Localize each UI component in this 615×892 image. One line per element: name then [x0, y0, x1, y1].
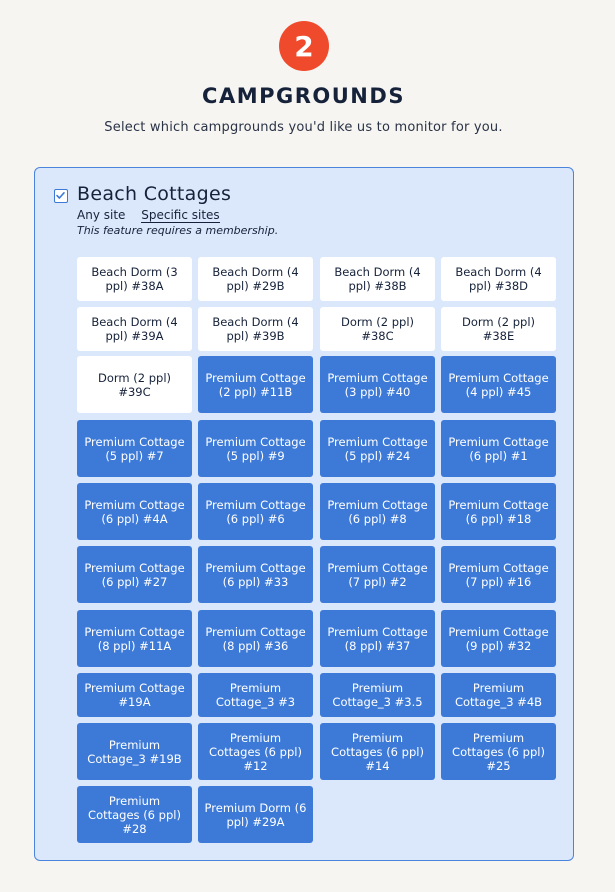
- site-label: Premium Cottage (5 ppl) #7: [84, 434, 185, 463]
- site-label: Premium Cottage (5 ppl) #9: [205, 434, 306, 463]
- site-option[interactable]: Beach Dorm (4 ppl) #38D: [441, 257, 556, 301]
- site-label: Beach Dorm (4 ppl) #39A: [91, 315, 178, 343]
- site-option[interactable]: Premium Cottage (6 ppl) #1: [441, 420, 556, 477]
- step-number-badge: 2: [279, 21, 329, 71]
- site-label: Premium Cottage (8 ppl) #11A: [84, 624, 185, 653]
- site-label: Beach Dorm (4 ppl) #39B: [212, 315, 299, 343]
- site-option[interactable]: Premium Cottages (6 ppl) #28: [77, 786, 192, 843]
- site-label: Premium Cottage_3 #4B: [454, 681, 543, 709]
- site-label: Premium Cottage (7 ppl) #2: [327, 560, 428, 589]
- site-option[interactable]: Premium Cottage #19A: [77, 673, 192, 717]
- site-label: Beach Dorm (4 ppl) #38B: [334, 265, 421, 293]
- site-label: Premium Cottage (8 ppl) #36: [205, 624, 306, 653]
- site-label: Premium Cottage (6 ppl) #1: [448, 434, 549, 463]
- site-label: Premium Cottage_3 #3: [215, 681, 296, 709]
- site-label: Premium Cottages (6 ppl) #28: [88, 793, 181, 836]
- site-option[interactable]: Premium Cottage_3 #4B: [441, 673, 556, 717]
- site-option[interactable]: Premium Cottage (6 ppl) #18: [441, 483, 556, 540]
- site-option[interactable]: Beach Dorm (4 ppl) #39B: [198, 307, 313, 351]
- campground-card: Beach Cottages Any site Specific sites T…: [34, 167, 574, 861]
- site-option[interactable]: Premium Dorm (6 ppl) #29A: [198, 786, 313, 843]
- site-option[interactable]: Premium Cottage_3 #3.5: [320, 673, 435, 717]
- site-option[interactable]: Premium Cottage (6 ppl) #6: [198, 483, 313, 540]
- checkmark-icon: [56, 192, 65, 199]
- site-option[interactable]: Premium Cottage (7 ppl) #16: [441, 546, 556, 603]
- site-option[interactable]: Premium Cottage (3 ppl) #40: [320, 356, 435, 413]
- site-label: Premium Cottage (8 ppl) #37: [327, 624, 428, 653]
- site-label: Premium Cottage_3 #3.5: [332, 681, 423, 709]
- specific-sites-option[interactable]: Specific sites: [141, 208, 220, 223]
- site-label: Premium Dorm (6 ppl) #29A: [204, 800, 307, 829]
- site-label: Premium Cottages (6 ppl) #25: [452, 730, 545, 773]
- site-label: Premium Cottage (2 ppl) #11B: [205, 370, 306, 399]
- page-subtitle: Select which campgrounds you'd like us t…: [104, 120, 503, 135]
- site-option[interactable]: Beach Dorm (3 ppl) #38A: [77, 257, 192, 301]
- membership-note: This feature requires a membership.: [77, 224, 279, 237]
- site-label: Dorm (2 ppl) #38C: [340, 315, 414, 343]
- site-option[interactable]: Beach Dorm (4 ppl) #38B: [320, 257, 435, 301]
- site-option[interactable]: Premium Cottage (9 ppl) #32: [441, 610, 556, 667]
- site-option[interactable]: Premium Cottage (5 ppl) #7: [77, 420, 192, 477]
- site-option[interactable]: Premium Cottage (5 ppl) #9: [198, 420, 313, 477]
- site-option[interactable]: Premium Cottage (6 ppl) #27: [77, 546, 192, 603]
- site-label: Premium Cottage (6 ppl) #6: [205, 497, 306, 526]
- site-option[interactable]: Premium Cottage (6 ppl) #8: [320, 483, 435, 540]
- site-label: Premium Cottage (4 ppl) #45: [448, 370, 549, 399]
- site-label: Dorm (2 ppl) #38E: [461, 315, 535, 343]
- campground-checkbox[interactable]: [54, 189, 68, 203]
- site-option[interactable]: Premium Cottages (6 ppl) #25: [441, 723, 556, 780]
- page-title: CAMPGROUNDS: [202, 84, 405, 108]
- site-option[interactable]: Premium Cottage (6 ppl) #4A: [77, 483, 192, 540]
- site-option[interactable]: Premium Cottage_3 #3: [198, 673, 313, 717]
- site-label: Premium Cottage (6 ppl) #4A: [84, 497, 185, 526]
- site-option[interactable]: Beach Dorm (4 ppl) #29B: [198, 257, 313, 301]
- site-option[interactable]: Premium Cottage (8 ppl) #11A: [77, 610, 192, 667]
- site-option[interactable]: Premium Cottage (8 ppl) #37: [320, 610, 435, 667]
- site-option[interactable]: Premium Cottage_3 #19B: [77, 723, 192, 780]
- site-label: Premium Cottage #19A: [84, 681, 185, 709]
- site-label: Premium Cottage (3 ppl) #40: [327, 370, 428, 399]
- site-option[interactable]: Premium Cottage (2 ppl) #11B: [198, 356, 313, 413]
- site-option[interactable]: Beach Dorm (4 ppl) #39A: [77, 307, 192, 351]
- site-label: Premium Cottages (6 ppl) #14: [331, 730, 424, 773]
- site-label: Premium Cottage (6 ppl) #27: [84, 560, 185, 589]
- site-label: Premium Cottage (6 ppl) #18: [448, 497, 549, 526]
- site-grid: Beach Dorm (3 ppl) #38A Beach Dorm (4 ppl…: [77, 257, 558, 845]
- site-option[interactable]: Dorm (2 ppl) #39C: [77, 356, 192, 413]
- site-option[interactable]: Premium Cottage (6 ppl) #33: [198, 546, 313, 603]
- site-label: Beach Dorm (3 ppl) #38A: [91, 265, 178, 293]
- site-label: Premium Cottages (6 ppl) #12: [209, 730, 302, 773]
- site-label: Premium Cottage (7 ppl) #16: [448, 560, 549, 589]
- site-label: Beach Dorm (4 ppl) #38D: [455, 265, 542, 293]
- site-label: Beach Dorm (4 ppl) #29B: [212, 265, 299, 293]
- site-option[interactable]: Premium Cottage (8 ppl) #36: [198, 610, 313, 667]
- campground-name: Beach Cottages: [77, 183, 232, 205]
- site-option[interactable]: Premium Cottages (6 ppl) #12: [198, 723, 313, 780]
- site-label: Premium Cottage (6 ppl) #8: [327, 497, 428, 526]
- any-site-option[interactable]: Any site: [77, 208, 125, 222]
- site-label: Premium Cottage (5 ppl) #24: [327, 434, 428, 463]
- site-mode-options: Any site Specific sites: [77, 208, 220, 223]
- site-option[interactable]: Premium Cottages (6 ppl) #14: [320, 723, 435, 780]
- site-option[interactable]: Premium Cottage (7 ppl) #2: [320, 546, 435, 603]
- site-label: Premium Cottage (6 ppl) #33: [205, 560, 306, 589]
- site-label: Premium Cottage_3 #19B: [87, 737, 182, 766]
- site-option[interactable]: Dorm (2 ppl) #38E: [441, 307, 556, 351]
- site-option[interactable]: Premium Cottage (4 ppl) #45: [441, 356, 556, 413]
- site-option[interactable]: Premium Cottage (5 ppl) #24: [320, 420, 435, 477]
- site-option[interactable]: Dorm (2 ppl) #38C: [320, 307, 435, 351]
- site-label: Dorm (2 ppl) #39C: [97, 370, 171, 399]
- site-label: Premium Cottage (9 ppl) #32: [448, 624, 549, 653]
